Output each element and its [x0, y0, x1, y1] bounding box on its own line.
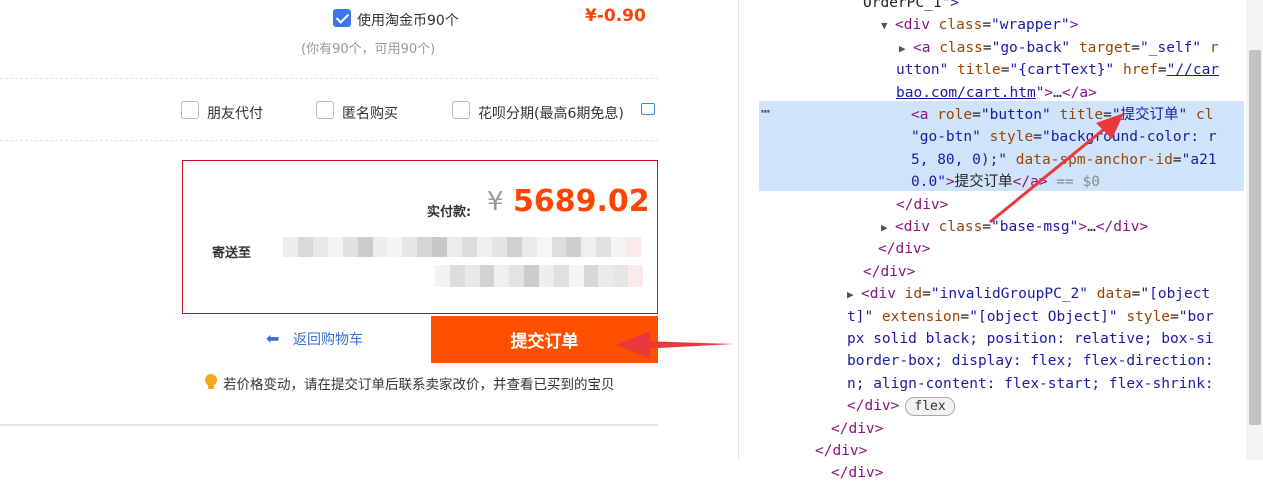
- annotation-arrow: [640, 341, 734, 349]
- dom-tree-line[interactable]: </div>: [831, 462, 883, 484]
- annotation-layer: [616, 113, 1124, 359]
- annotation-arrow: [989, 124, 1109, 224]
- code-token: </div>: [831, 465, 884, 482]
- annotation-arrowhead: [616, 331, 650, 359]
- annotation-arrowhead: [1096, 113, 1124, 139]
